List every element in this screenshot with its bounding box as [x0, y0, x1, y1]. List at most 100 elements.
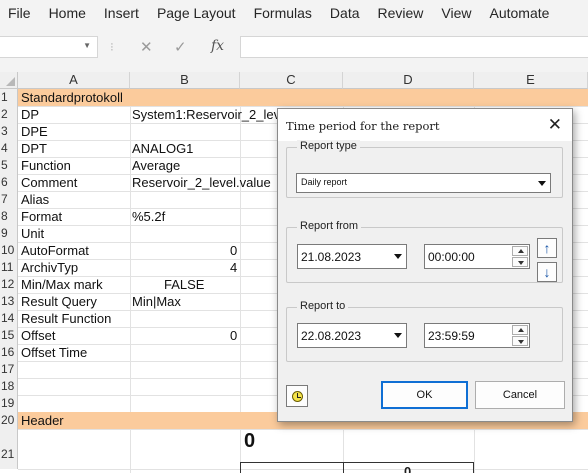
row-header[interactable]: 4 [0, 140, 18, 157]
chevron-down-icon[interactable] [535, 175, 549, 191]
close-icon[interactable]: ✕ [548, 115, 562, 135]
cell-a[interactable]: Alias [21, 191, 49, 208]
row-header[interactable]: 20 [0, 412, 18, 429]
row-header[interactable]: 17 [0, 361, 18, 378]
cell-a[interactable]: ArchivTyp [21, 259, 78, 276]
cell-b[interactable]: Min|Max [132, 293, 181, 310]
row-header[interactable]: 16 [0, 344, 18, 361]
cell-border-divider [343, 463, 344, 473]
to-date-dropdown-icon[interactable] [391, 325, 405, 346]
shift-up-button[interactable]: ↑ [537, 238, 557, 258]
cell-a[interactable]: Result Function [21, 310, 111, 327]
column-header-e[interactable]: E [474, 72, 588, 89]
report-period-dialog[interactable]: Time period for the report ✕ Report type… [277, 108, 573, 422]
ok-button[interactable]: OK [381, 381, 468, 409]
column-header-d[interactable]: D [343, 72, 474, 89]
cell-b[interactable]: ANALOG1 [132, 140, 193, 157]
ribbon-tab[interactable]: File [0, 5, 40, 21]
row-header[interactable]: 18 [0, 378, 18, 395]
to-date-value: 22.08.2023 [301, 329, 362, 343]
from-date-dropdown-icon[interactable] [391, 246, 405, 267]
cell-b[interactable]: 0 [230, 242, 237, 259]
cell-a[interactable]: Result Query [21, 293, 97, 310]
name-box-dropdown-icon[interactable]: ▼ [83, 41, 91, 50]
ribbon-tab[interactable]: Formulas [245, 5, 321, 21]
insert-function-icon[interactable]: fx [211, 38, 224, 54]
row-header[interactable]: 6 [0, 174, 18, 191]
from-date-field[interactable]: 21.08.2023 [297, 244, 407, 269]
ribbon-tab[interactable]: Home [40, 5, 95, 21]
row-header[interactable]: 8 [0, 208, 18, 225]
formula-bar-separator-icon: ⁝ [110, 40, 114, 54]
ribbon-tab[interactable]: Data [321, 5, 369, 21]
from-time-spinner[interactable] [512, 246, 528, 267]
row-header[interactable]: 12 [0, 276, 18, 293]
row-header[interactable]: 3 [0, 123, 18, 140]
to-time-field[interactable]: 23:59:59 [424, 323, 530, 348]
report-type-select[interactable]: Daily report [296, 173, 551, 193]
cell-a[interactable]: Function [21, 157, 71, 174]
report-type-group: Report type Daily report [286, 140, 563, 198]
cell-a[interactable]: Min/Max mark [21, 276, 103, 293]
row-header[interactable]: 5 [0, 157, 18, 174]
column-header-a[interactable]: A [18, 72, 130, 89]
cell-a[interactable]: Header [21, 412, 64, 429]
cell-b[interactable]: Reservoir_2_level.value [132, 174, 271, 191]
report-from-group: Report from 21.08.2023 00:00:00 ↑ ↓ [286, 220, 563, 283]
ribbon-tab[interactable]: Automate [481, 5, 559, 21]
cell-a[interactable]: DPE [21, 123, 48, 140]
report-from-label: Report from [297, 220, 362, 232]
spin-up-icon[interactable] [512, 325, 528, 335]
current-time-button[interactable] [286, 385, 308, 407]
row-header[interactable]: 19 [0, 395, 18, 412]
name-box[interactable]: ▼ [0, 36, 98, 58]
cell-b[interactable]: System1:Reservoir_2_lev [132, 106, 280, 123]
from-time-field[interactable]: 00:00:00 [424, 244, 530, 269]
spin-up-icon[interactable] [512, 246, 528, 256]
ribbon-tab[interactable]: Review [369, 5, 433, 21]
formula-input[interactable] [240, 36, 588, 58]
cell-b[interactable]: 4 [230, 259, 237, 276]
formula-bar: ▼ ⁝ ✕ ✓ fx [0, 26, 588, 72]
select-all-corner[interactable] [0, 72, 18, 89]
cell-b[interactable]: %5.2f [132, 208, 165, 225]
report-to-label: Report to [297, 300, 349, 312]
cell-b[interactable]: Average [132, 157, 180, 174]
row-header[interactable]: 9 [0, 225, 18, 242]
spin-down-icon[interactable] [512, 336, 528, 346]
row-header[interactable]: 2 [0, 106, 18, 123]
row-header[interactable]: 10 [0, 242, 18, 259]
cell-c[interactable]: 0 [244, 430, 255, 453]
row-header[interactable]: 1 [0, 89, 18, 106]
cancel-icon[interactable]: ✕ [140, 38, 153, 56]
cell-b[interactable]: 0 [230, 327, 237, 344]
row-header[interactable]: 15 [0, 327, 18, 344]
cell-a[interactable]: DP [21, 106, 39, 123]
cell-a[interactable]: Comment [21, 174, 77, 191]
ribbon-tab[interactable]: Page Layout [148, 5, 245, 21]
dialog-title-bar[interactable]: Time period for the report ✕ [278, 109, 572, 141]
row-header[interactable]: 21 [0, 429, 18, 469]
to-date-field[interactable]: 22.08.2023 [297, 323, 407, 348]
cell-a[interactable]: Unit [21, 225, 44, 242]
row-header[interactable]: 13 [0, 293, 18, 310]
cancel-button[interactable]: Cancel [475, 381, 565, 409]
cell-a[interactable]: Standardprotokoll [21, 89, 123, 106]
ribbon-tab[interactable]: View [432, 5, 480, 21]
cell-a[interactable]: Offset [21, 327, 55, 344]
cell-a[interactable]: Format [21, 208, 62, 225]
shift-down-button[interactable]: ↓ [537, 262, 557, 282]
column-header-b[interactable]: B [130, 72, 240, 89]
column-header-c[interactable]: C [240, 72, 343, 89]
to-time-spinner[interactable] [512, 325, 528, 346]
spin-down-icon[interactable] [512, 257, 528, 267]
cell-b[interactable]: FALSE [164, 276, 204, 293]
row-header[interactable]: 14 [0, 310, 18, 327]
cell-a[interactable]: Offset Time [21, 344, 87, 361]
row-header[interactable]: 7 [0, 191, 18, 208]
row-header[interactable]: 11 [0, 259, 18, 276]
cell-a[interactable]: DPT [21, 140, 47, 157]
cell-a[interactable]: AutoFormat [21, 242, 89, 259]
enter-icon[interactable]: ✓ [174, 38, 187, 56]
ribbon-tab[interactable]: Insert [95, 5, 148, 21]
